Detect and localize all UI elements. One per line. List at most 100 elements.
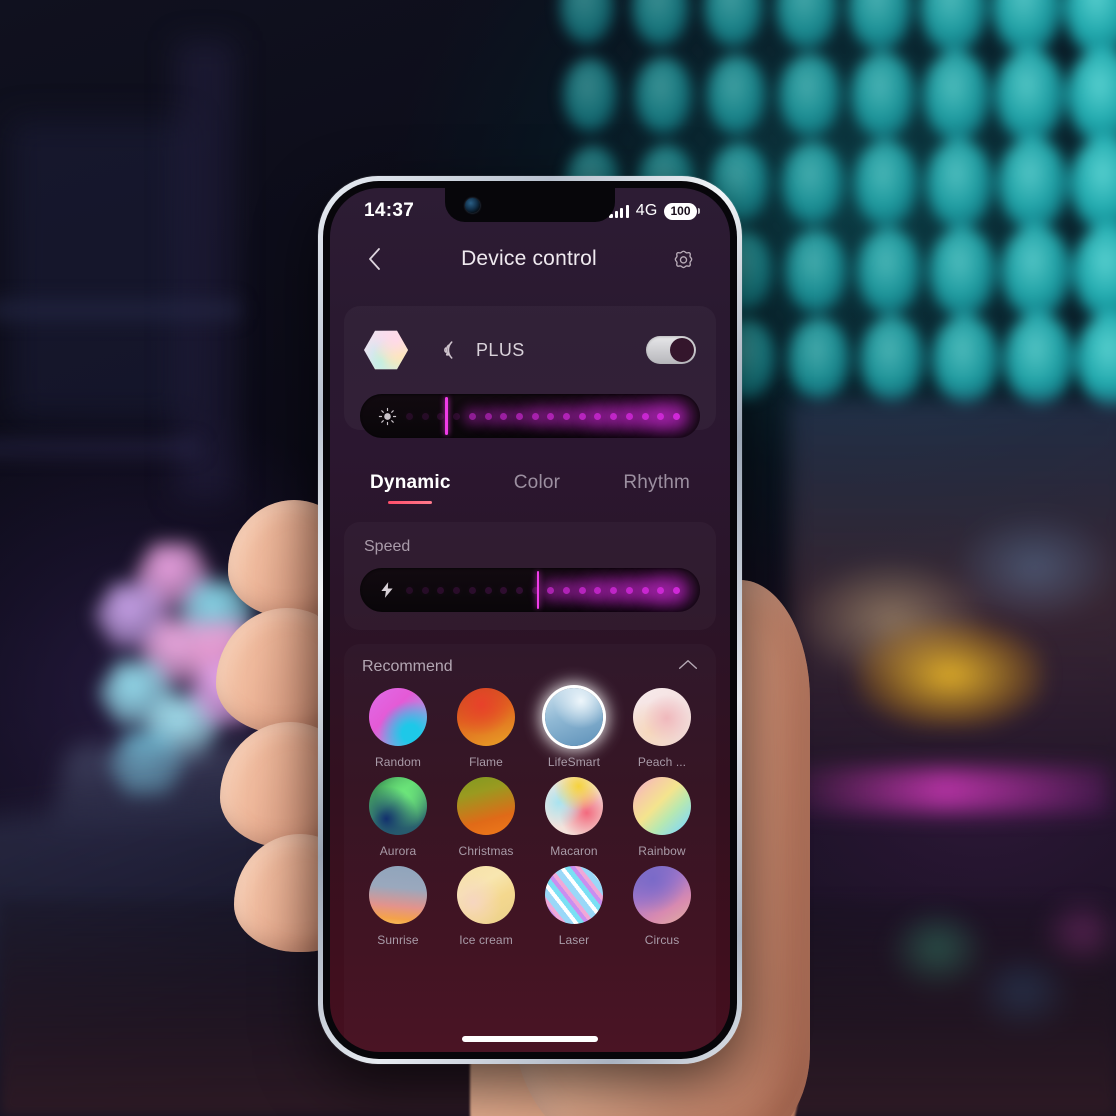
teal-oval-light: [1067, 47, 1116, 144]
teal-oval-light: [779, 53, 841, 138]
slider-dot: [610, 412, 618, 420]
teal-oval-light: [707, 55, 767, 136]
scene-item[interactable]: Ice cream: [442, 866, 530, 947]
teal-oval-light: [782, 141, 844, 226]
phone-device: 14:37 4G 100 Device control PLUS Dynamic…: [318, 176, 742, 1064]
speed-card: Speed: [344, 522, 716, 630]
scene-item[interactable]: Laser: [530, 866, 618, 947]
teal-oval-light: [998, 137, 1068, 231]
slider-dot: [547, 412, 555, 420]
teal-oval-light: [563, 58, 617, 132]
scene-item[interactable]: Sunrise: [354, 866, 442, 947]
scene-label: Macaron: [550, 844, 598, 858]
battery-level-badge: 100: [664, 202, 697, 220]
slider-dot: [515, 586, 523, 594]
slider-dot: [625, 412, 633, 420]
slider-dot: [657, 412, 665, 420]
slider-dot: [484, 412, 492, 420]
teal-oval-light: [851, 52, 916, 139]
scene-swatch: [545, 777, 603, 835]
scene-item[interactable]: Peach ...: [618, 688, 706, 769]
settings-button[interactable]: [666, 241, 702, 277]
front-camera-icon: [465, 198, 480, 213]
shelf-blur: [0, 300, 240, 320]
teal-oval-light: [776, 0, 838, 50]
scene-item[interactable]: Circus: [618, 866, 706, 947]
scene-swatch: [369, 866, 427, 924]
chevron-left-icon: [369, 248, 380, 270]
recommend-header[interactable]: Recommend: [354, 658, 706, 688]
slider-dot: [421, 586, 429, 594]
slider-dot: [657, 586, 665, 594]
speed-slider[interactable]: [360, 568, 700, 612]
teal-oval-light: [560, 0, 614, 44]
teal-oval-light: [995, 49, 1065, 143]
scene-swatch: [545, 688, 603, 746]
teal-oval-light: [704, 0, 764, 48]
teal-oval-light: [920, 0, 987, 53]
slider-dot: [641, 412, 649, 420]
slider-dot: [578, 586, 586, 594]
gear-icon: [675, 250, 693, 268]
teal-oval-light: [632, 0, 689, 46]
scene-item[interactable]: Rainbow: [618, 777, 706, 858]
shelf-blur: [0, 440, 200, 456]
scene-swatch: [633, 688, 691, 746]
scene-item[interactable]: Christmas: [442, 777, 530, 858]
slider-handle[interactable]: [536, 571, 540, 609]
scene-item[interactable]: Macaron: [530, 777, 618, 858]
recommend-title: Recommend: [362, 658, 453, 675]
slider-dot: [594, 586, 602, 594]
scene-item[interactable]: LifeSmart: [530, 688, 618, 769]
slider-dot: [578, 412, 586, 420]
scene-item[interactable]: Flame: [442, 688, 530, 769]
scene-swatch: [457, 777, 515, 835]
brightness-sun-icon: [376, 407, 398, 426]
teal-oval-light: [860, 316, 925, 403]
magenta-light-bar: [780, 768, 1110, 812]
teal-oval-light: [848, 0, 913, 51]
back-button[interactable]: [356, 241, 392, 277]
tab-rhythm[interactable]: Rhythm: [623, 472, 690, 504]
tab-dynamic[interactable]: Dynamic: [370, 472, 451, 504]
scene-label: Random: [375, 755, 421, 769]
slider-dot: [563, 412, 571, 420]
tab-active-underline: [635, 501, 679, 504]
scene-label: Christmas: [458, 844, 514, 858]
slider-dot: [641, 586, 649, 594]
slider-dot: [625, 586, 633, 594]
speed-label: Speed: [364, 538, 411, 555]
notch: [445, 188, 615, 222]
tab-active-underline: [388, 501, 433, 504]
scene-item[interactable]: Random: [354, 688, 442, 769]
scene-label: LifeSmart: [547, 755, 601, 769]
scene-swatch: [369, 777, 427, 835]
slider-dot: [437, 412, 445, 420]
scene-label: Rainbow: [638, 844, 686, 858]
teal-oval-light: [857, 228, 922, 315]
scene-swatch: [545, 866, 603, 924]
scene-item[interactable]: Aurora: [354, 777, 442, 858]
scene-label: Circus: [644, 933, 680, 947]
slider-dot: [515, 412, 523, 420]
teal-oval-light: [926, 138, 993, 229]
device-row: PLUS: [360, 324, 700, 376]
teal-oval-light: [923, 50, 990, 141]
teal-oval-light: [932, 314, 999, 405]
status-right-cluster: 4G 100: [609, 202, 700, 220]
collapse-button[interactable]: [678, 658, 698, 676]
slider-dot: [421, 412, 429, 420]
toggle-knob: [670, 338, 694, 362]
mode-tabs: Dynamic Color Rhythm: [330, 446, 730, 504]
network-type-label: 4G: [635, 202, 658, 219]
slider-dot: [672, 412, 680, 420]
power-toggle[interactable]: [646, 336, 696, 364]
slider-dot: [484, 586, 492, 594]
tab-color[interactable]: Color: [514, 472, 560, 504]
brightness-slider[interactable]: [360, 394, 700, 438]
slider-handle[interactable]: [445, 397, 448, 435]
shelf-blur: [10, 120, 190, 420]
teal-oval-light: [1004, 313, 1074, 407]
phone-bezel: 14:37 4G 100 Device control PLUS Dynamic…: [323, 181, 737, 1059]
slider-dot: [468, 586, 476, 594]
